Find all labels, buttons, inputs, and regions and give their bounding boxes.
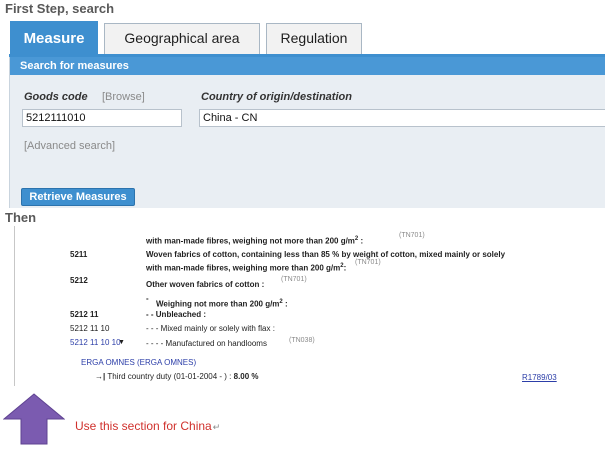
- tab-bar: Measure Geographical area Regulation: [9, 18, 605, 57]
- goods-code-label: Goods code: [24, 91, 88, 103]
- up-arrow-icon: [3, 393, 65, 445]
- duty-label: Third country duty (01-01-2004 - ) :: [107, 372, 232, 381]
- tariff-code-5212-11[interactable]: 5212 11: [70, 310, 98, 320]
- first-step-heading: First Step, search: [5, 1, 115, 16]
- tariff-row-desc: - - - Mixed mainly or solely with flax :: [146, 324, 275, 333]
- tariff-row-desc: - - - - Manufactured on handlooms: [146, 339, 267, 348]
- search-panel: Measure Geographical area Regulation Sea…: [9, 18, 605, 208]
- tariff-row-desc: - - Unbleached :: [146, 310, 207, 319]
- duty-value: 8.00 %: [233, 372, 259, 381]
- tariff-note-ref[interactable]: (TN701): [355, 259, 381, 266]
- tariff-row-desc: Woven fabrics of cotton, containing less…: [146, 250, 506, 259]
- tariff-row-desc: with man-made fibres, weighing not more …: [146, 236, 364, 246]
- country-label: Country of origin/destination: [201, 91, 352, 103]
- tariff-code-5212[interactable]: 5212: [70, 276, 88, 286]
- tariff-list: with man-made fibres, weighing not more …: [14, 226, 605, 386]
- browse-link[interactable]: [Browse]: [102, 91, 145, 103]
- tariff-code-5212-11-10-10[interactable]: 5212 11 10 10: [70, 338, 121, 348]
- country-input[interactable]: [199, 109, 605, 127]
- advanced-search-link[interactable]: [Advanced search]: [24, 140, 115, 152]
- search-form-header: Search for measures: [10, 57, 605, 75]
- tariff-code-5212-11-10[interactable]: 5212 11 10: [70, 324, 109, 334]
- expanded-marker-icon[interactable]: ▼: [118, 338, 125, 348]
- tariff-row-desc: Weighing not more than 200 g/m2 :: [156, 299, 288, 309]
- tariff-row-desc: Other woven fabrics of cotton :: [146, 280, 265, 289]
- tariff-note-ref[interactable]: (TN701): [399, 232, 425, 239]
- then-heading: Then: [5, 210, 37, 225]
- search-form: Search for measures Goods code [Browse] …: [9, 57, 605, 208]
- tab-geographical-area[interactable]: Geographical area: [104, 23, 260, 54]
- return-glyph: ↵: [212, 422, 221, 432]
- annotation-note: Use this section for China↵: [75, 419, 221, 433]
- tariff-row-prefix: -: [146, 294, 149, 303]
- tariff-row-desc: with man-made fibres, weighing more than…: [146, 263, 347, 273]
- tab-measure[interactable]: Measure: [10, 21, 98, 55]
- goods-code-input[interactable]: [22, 109, 182, 127]
- retrieve-measures-button[interactable]: Retrieve Measures: [21, 188, 135, 206]
- tab-regulation[interactable]: Regulation: [266, 23, 362, 54]
- tariff-note-ref[interactable]: (TN701): [281, 276, 307, 283]
- tariff-note-ref[interactable]: (TN038): [289, 337, 315, 344]
- duty-row: →| Third country duty (01-01-2004 - ) : …: [95, 372, 259, 382]
- arrow-return-icon: →|: [95, 372, 106, 381]
- measure-group-link[interactable]: ERGA OMNES (ERGA OMNES): [81, 358, 196, 368]
- regulation-link[interactable]: R1789/03: [522, 373, 557, 383]
- tariff-code-5211[interactable]: 5211: [70, 250, 87, 260]
